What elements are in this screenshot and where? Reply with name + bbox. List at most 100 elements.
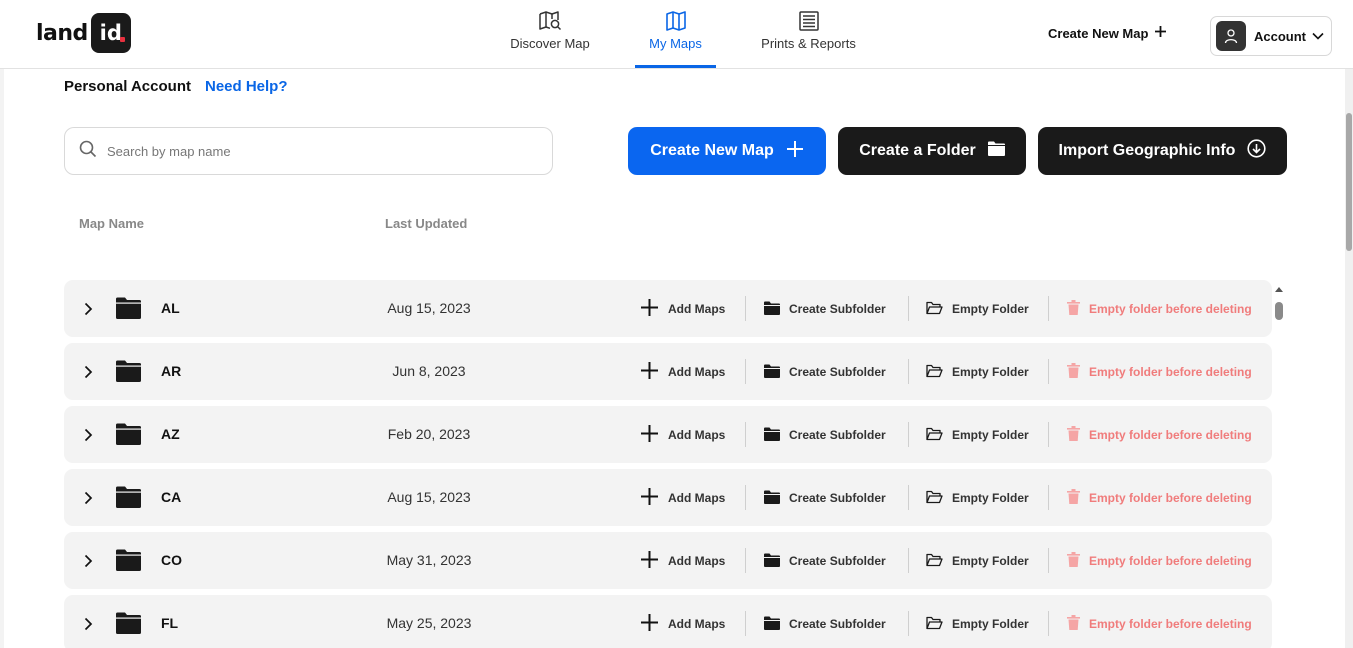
tab-my-maps[interactable]: My Maps: [635, 0, 716, 68]
create-subfolder-button[interactable]: Create Subfolder: [764, 425, 886, 445]
plus-icon: [640, 550, 659, 572]
my-maps-panel: Personal Account Need Help? Create New M…: [4, 69, 1345, 648]
create-subfolder-label: Create Subfolder: [789, 491, 886, 505]
folder-open-icon: [926, 301, 943, 318]
folder-icon: [116, 360, 141, 387]
account-row: Personal Account Need Help?: [64, 78, 288, 95]
add-maps-label: Add Maps: [668, 365, 726, 379]
chevron-right-icon[interactable]: [84, 491, 93, 510]
last-updated-date: Feb 20, 2023: [387, 426, 471, 442]
import-geographic-info-button[interactable]: Import Geographic Info: [1038, 127, 1287, 175]
create-subfolder-button[interactable]: Create Subfolder: [764, 299, 886, 319]
plus-icon: [786, 140, 804, 163]
folder-name: CO: [161, 552, 182, 568]
divider: [908, 296, 909, 321]
create-subfolder-button[interactable]: Create Subfolder: [764, 488, 886, 508]
empty-folder-button[interactable]: Empty Folder: [926, 425, 1029, 445]
add-maps-label: Add Maps: [668, 554, 726, 568]
plus-icon: [640, 487, 659, 509]
report-icon: [798, 10, 820, 32]
empty-folder-button[interactable]: Empty Folder: [926, 488, 1029, 508]
page-scrollbar[interactable]: [1345, 69, 1353, 648]
need-help-link[interactable]: Need Help?: [205, 78, 288, 95]
add-maps-button[interactable]: Add Maps: [640, 362, 725, 382]
empty-folder-button[interactable]: Empty Folder: [926, 614, 1029, 634]
column-header-map-name[interactable]: Map Name: [79, 216, 144, 231]
divider: [1048, 548, 1049, 573]
tab-prints-reports[interactable]: Prints & Reports: [758, 0, 859, 68]
logo-badge: id: [90, 13, 131, 53]
last-updated-date: Aug 15, 2023: [387, 300, 471, 316]
page-scroll-thumb[interactable]: [1346, 113, 1352, 251]
divider: [745, 485, 746, 510]
last-updated-date: May 31, 2023: [386, 552, 472, 568]
search-input[interactable]: [107, 143, 527, 159]
folder-row[interactable]: FL May 25, 2023 Add Maps Create Subfolde…: [64, 595, 1272, 648]
folder-icon: [764, 301, 780, 318]
last-updated-date: Aug 15, 2023: [387, 489, 471, 505]
folder-icon: [764, 490, 780, 507]
create-subfolder-label: Create Subfolder: [789, 554, 886, 568]
folder-icon: [116, 549, 141, 576]
delete-folder-button-disabled: Empty folder before deleting: [1067, 425, 1252, 445]
empty-folder-label: Empty Folder: [952, 491, 1029, 505]
chevron-right-icon[interactable]: [84, 302, 93, 321]
folder-icon: [116, 423, 141, 450]
folder-name: AR: [161, 363, 182, 379]
trash-icon: [1067, 552, 1080, 570]
folder-row[interactable]: AR Jun 8, 2023 Add Maps Create Subfolder…: [64, 343, 1272, 400]
add-maps-button[interactable]: Add Maps: [640, 614, 725, 634]
add-maps-label: Add Maps: [668, 491, 726, 505]
empty-folder-label: Empty Folder: [952, 365, 1029, 379]
add-maps-label: Add Maps: [668, 428, 726, 442]
delete-folder-button-disabled: Empty folder before deleting: [1067, 299, 1252, 319]
empty-folder-button[interactable]: Empty Folder: [926, 299, 1029, 319]
trash-icon: [1067, 615, 1080, 633]
create-subfolder-button[interactable]: Create Subfolder: [764, 614, 886, 634]
last-updated-date: May 25, 2023: [386, 615, 472, 631]
scroll-up-arrow-icon[interactable]: [1275, 287, 1283, 292]
empty-folder-label: Empty Folder: [952, 617, 1029, 631]
plus-icon: [1154, 25, 1167, 41]
folder-icon: [116, 486, 141, 513]
folder-row[interactable]: AZ Feb 20, 2023 Add Maps Create Subfolde…: [64, 406, 1272, 463]
list-scroll-thumb[interactable]: [1275, 302, 1283, 320]
add-maps-button[interactable]: Add Maps: [640, 551, 725, 571]
create-subfolder-button[interactable]: Create Subfolder: [764, 551, 886, 571]
landid-logo[interactable]: land id: [36, 13, 131, 53]
divider: [1048, 611, 1049, 636]
delete-disabled-label: Empty folder before deleting: [1089, 365, 1252, 379]
add-maps-button[interactable]: Add Maps: [640, 299, 725, 319]
column-header-last-updated[interactable]: Last Updated: [385, 216, 467, 231]
add-maps-button[interactable]: Add Maps: [640, 488, 725, 508]
chevron-right-icon[interactable]: [84, 554, 93, 573]
chevron-right-icon[interactable]: [84, 617, 93, 636]
folder-row[interactable]: CO May 31, 2023 Add Maps Create Subfolde…: [64, 532, 1272, 589]
folder-row[interactable]: CA Aug 15, 2023 Add Maps Create Subfolde…: [64, 469, 1272, 526]
create-subfolder-button[interactable]: Create Subfolder: [764, 362, 886, 382]
delete-folder-button-disabled: Empty folder before deleting: [1067, 551, 1252, 571]
folder-row[interactable]: AL Aug 15, 2023 Add Maps Create Subfolde…: [64, 280, 1272, 337]
chevron-right-icon[interactable]: [84, 428, 93, 447]
empty-folder-button[interactable]: Empty Folder: [926, 362, 1029, 382]
delete-folder-button-disabled: Empty folder before deleting: [1067, 362, 1252, 382]
page-title: Personal Account: [64, 78, 191, 95]
trash-icon: [1067, 363, 1080, 381]
folder-icon: [764, 616, 780, 633]
create-subfolder-label: Create Subfolder: [789, 302, 886, 316]
tab-discover-map[interactable]: Discover Map: [507, 0, 593, 68]
chevron-right-icon[interactable]: [84, 365, 93, 384]
empty-folder-button[interactable]: Empty Folder: [926, 551, 1029, 571]
list-scrollbar[interactable]: [1275, 287, 1283, 648]
create-subfolder-label: Create Subfolder: [789, 365, 886, 379]
map-icon: [665, 10, 687, 32]
plus-icon: [640, 424, 659, 446]
empty-folder-label: Empty Folder: [952, 554, 1029, 568]
header-create-map-button[interactable]: Create New Map: [1048, 25, 1167, 41]
add-maps-button[interactable]: Add Maps: [640, 425, 725, 445]
plus-icon: [640, 298, 659, 320]
create-folder-button[interactable]: Create a Folder: [838, 127, 1026, 175]
import-geographic-info-label: Import Geographic Info: [1058, 142, 1236, 159]
account-menu-button[interactable]: Account: [1210, 16, 1332, 56]
create-new-map-button[interactable]: Create New Map: [628, 127, 826, 175]
